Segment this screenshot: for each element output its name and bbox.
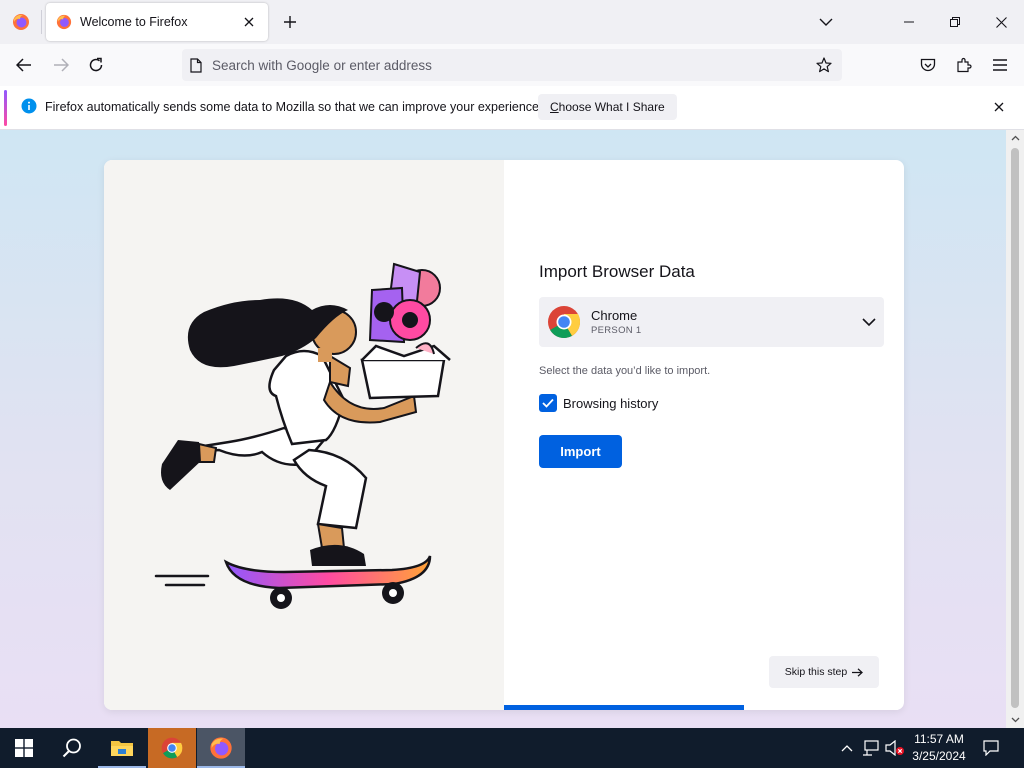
network-icon bbox=[863, 740, 879, 756]
new-tab-button[interactable] bbox=[278, 10, 302, 34]
skateboard-illustration bbox=[104, 160, 504, 710]
restore-button[interactable] bbox=[932, 0, 978, 44]
show-hidden-icons-button[interactable] bbox=[838, 728, 856, 768]
minimize-button[interactable] bbox=[886, 0, 932, 44]
data-collection-notification: Firefox automatically sends some data to… bbox=[0, 86, 1024, 130]
close-window-button[interactable] bbox=[978, 0, 1024, 44]
close-icon bbox=[995, 16, 1007, 28]
volume-muted-icon bbox=[885, 740, 904, 756]
puzzle-icon bbox=[957, 57, 972, 73]
volume-tray-button[interactable] bbox=[884, 728, 906, 768]
back-button[interactable] bbox=[9, 50, 39, 80]
browsing-history-label: Browsing history bbox=[563, 395, 659, 411]
notification-icon bbox=[983, 740, 999, 756]
import-card: Import Browser Data Chrome PERSON 1 Sele… bbox=[104, 160, 904, 710]
system-clock[interactable]: 11:57 AM 3/25/2024 bbox=[904, 731, 974, 765]
arrow-right-icon bbox=[852, 667, 864, 677]
forward-arrow-icon bbox=[54, 58, 69, 72]
import-panel: Import Browser Data Chrome PERSON 1 Sele… bbox=[504, 160, 904, 710]
close-icon bbox=[994, 102, 1004, 112]
chrome-logo-icon bbox=[548, 306, 581, 339]
plus-icon bbox=[284, 16, 296, 28]
navigation-toolbar bbox=[0, 44, 1024, 86]
back-arrow-icon bbox=[16, 58, 31, 72]
firefox-logo-icon bbox=[210, 737, 232, 759]
page-content: Import Browser Data Chrome PERSON 1 Sele… bbox=[0, 130, 1006, 728]
pocket-button[interactable] bbox=[913, 50, 943, 80]
windows-taskbar: 11:57 AM 3/25/2024 bbox=[0, 728, 1024, 768]
reload-icon bbox=[89, 57, 103, 72]
skip-label: Skip this step bbox=[784, 666, 848, 678]
hamburger-menu-icon bbox=[993, 59, 1007, 71]
close-tab-icon[interactable] bbox=[240, 13, 258, 31]
browsing-history-checkbox[interactable] bbox=[539, 394, 557, 412]
action-center-button[interactable] bbox=[978, 728, 1004, 768]
folder-icon bbox=[111, 741, 133, 756]
chevron-up-icon bbox=[1011, 135, 1019, 141]
page-icon bbox=[190, 57, 202, 73]
chevron-down-icon bbox=[854, 307, 884, 337]
notification-accent bbox=[4, 90, 7, 126]
search-icon bbox=[62, 738, 81, 758]
import-button[interactable]: Import bbox=[539, 435, 622, 468]
browser-profile: PERSON 1 bbox=[591, 325, 642, 336]
skip-step-button[interactable]: Skip this step bbox=[769, 656, 879, 688]
clock-time: 11:57 AM bbox=[914, 732, 964, 746]
restore-icon bbox=[950, 17, 960, 27]
scroll-down-button[interactable] bbox=[1006, 712, 1024, 728]
firefox-taskbar-button[interactable] bbox=[197, 728, 245, 768]
reload-button[interactable] bbox=[81, 50, 111, 80]
firefox-view-button[interactable] bbox=[6, 6, 36, 38]
button-label-rest: hoose What I Share bbox=[558, 100, 665, 114]
file-explorer-button[interactable] bbox=[98, 728, 146, 768]
browser-profile-select[interactable]: Chrome PERSON 1 bbox=[539, 297, 884, 347]
notification-message: Firefox automatically sends some data to… bbox=[45, 100, 543, 114]
extensions-button[interactable] bbox=[949, 50, 979, 80]
star-icon bbox=[816, 57, 832, 73]
firefox-logo-icon bbox=[56, 14, 72, 30]
list-all-tabs-button[interactable] bbox=[814, 10, 838, 34]
minimize-icon bbox=[904, 21, 914, 23]
progress-fill bbox=[504, 705, 744, 710]
page-scrollbar[interactable] bbox=[1006, 130, 1024, 728]
tab-welcome[interactable]: Welcome to Firefox bbox=[46, 3, 268, 41]
tab-bar: Welcome to Firefox bbox=[0, 0, 1024, 44]
chevron-down-icon bbox=[1011, 717, 1019, 723]
bookmark-star-button[interactable] bbox=[812, 53, 836, 77]
notification-close-button[interactable] bbox=[990, 98, 1008, 116]
browser-text: Chrome PERSON 1 bbox=[591, 308, 854, 336]
tab-title: Welcome to Firefox bbox=[80, 15, 188, 29]
app-menu-button[interactable] bbox=[985, 50, 1015, 80]
scroll-up-button[interactable] bbox=[1006, 130, 1024, 146]
choose-what-i-share-button[interactable]: Choose What I Share bbox=[538, 94, 677, 120]
forward-button[interactable] bbox=[46, 50, 76, 80]
onboarding-progress bbox=[504, 705, 904, 710]
import-title: Import Browser Data bbox=[539, 262, 695, 281]
firefox-logo-icon bbox=[13, 14, 29, 30]
clock-date: 3/25/2024 bbox=[912, 749, 966, 763]
network-tray-button[interactable] bbox=[860, 728, 882, 768]
search-button[interactable] bbox=[48, 728, 96, 768]
tab-divider bbox=[41, 10, 42, 34]
windows-logo-icon bbox=[15, 739, 33, 757]
chrome-logo-icon bbox=[161, 737, 183, 759]
chevron-up-icon bbox=[841, 745, 853, 752]
info-icon bbox=[21, 98, 37, 114]
scroll-thumb[interactable] bbox=[1011, 148, 1019, 708]
chevron-down-icon bbox=[819, 18, 833, 26]
import-hint: Select the data you’d like to import. bbox=[539, 365, 711, 377]
pocket-icon bbox=[920, 58, 936, 71]
browser-name: Chrome bbox=[591, 308, 638, 323]
chrome-taskbar-button[interactable] bbox=[148, 728, 196, 768]
url-input[interactable] bbox=[212, 57, 772, 73]
start-button[interactable] bbox=[0, 728, 48, 768]
browsing-history-option[interactable]: Browsing history bbox=[539, 394, 658, 412]
checkmark-icon bbox=[542, 398, 554, 408]
accesskey-letter: C bbox=[550, 100, 559, 114]
illustration-graphic bbox=[154, 262, 451, 609]
url-bar[interactable] bbox=[182, 49, 842, 81]
